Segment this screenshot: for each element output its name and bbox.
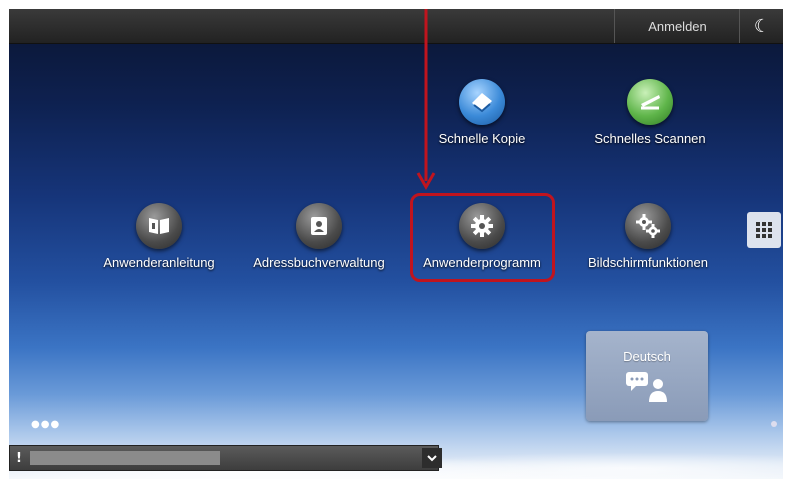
app-screen-features[interactable]: Bildschirmfunktionen — [573, 203, 723, 270]
grid-icon — [756, 222, 772, 238]
app-label: Anwenderanleitung — [103, 255, 215, 270]
app-address-book[interactable]: Adressbuchverwaltung — [244, 203, 394, 270]
exclamation-icon: ! — [16, 450, 22, 466]
app-label: Adressbuchverwaltung — [253, 255, 385, 270]
address-book-icon — [296, 203, 342, 249]
book-icon — [136, 203, 182, 249]
status-bar: ! — [9, 445, 442, 471]
gears-icon — [625, 203, 671, 249]
status-expand-button[interactable] — [422, 448, 442, 468]
language-person-icon — [626, 372, 667, 402]
language-widget[interactable]: Deutsch — [586, 331, 708, 421]
page-indicator: ●●● — [31, 419, 61, 430]
home-screen: Anmelden ☾ Schnelle Kopie Schnelles Scan… — [9, 9, 783, 479]
language-label: Deutsch — [623, 349, 671, 364]
app-label: Bildschirmfunktionen — [588, 255, 708, 270]
page-indicator-dot — [771, 421, 777, 427]
chevron-down-icon — [427, 454, 437, 461]
app-user-guide[interactable]: Anwenderanleitung — [84, 203, 234, 270]
annotation-arrow — [416, 9, 436, 191]
app-list-button[interactable] — [747, 212, 781, 248]
status-message-field — [30, 451, 220, 465]
